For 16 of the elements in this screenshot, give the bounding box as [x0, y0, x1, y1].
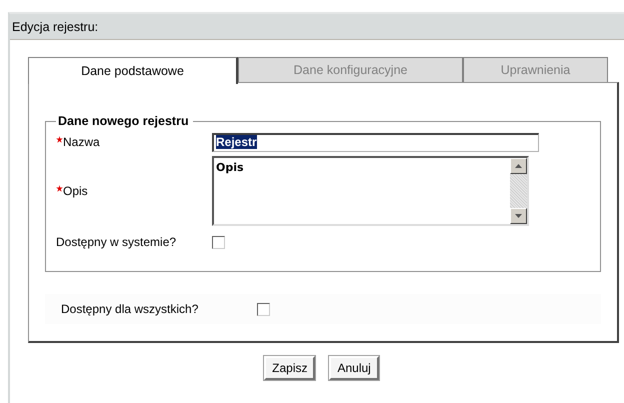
down-arrow-icon: [515, 214, 522, 218]
field-label: Dostępny dla wszystkich?: [61, 302, 198, 316]
page-title: Edycja rejestru:: [12, 20, 98, 34]
field-label: Opis: [63, 184, 88, 198]
scrollbar[interactable]: [510, 158, 527, 224]
tab[interactable]: Dane podstawowe: [28, 57, 238, 84]
action-button[interactable]: Anuluj: [329, 356, 379, 380]
checkbox[interactable]: [212, 236, 225, 248]
input-field[interactable]: Rejestr: [212, 132, 539, 152]
field-label: Nazwa: [63, 135, 100, 149]
group-title: Dane nowego rejestru: [57, 114, 190, 128]
checkbox[interactable]: [257, 302, 270, 316]
field-label: Dostępny w systemie?: [56, 235, 176, 249]
text-area[interactable]: Opis: [212, 156, 529, 226]
action-button[interactable]: Zapisz: [264, 356, 316, 380]
up-arrow-icon: [515, 164, 522, 168]
